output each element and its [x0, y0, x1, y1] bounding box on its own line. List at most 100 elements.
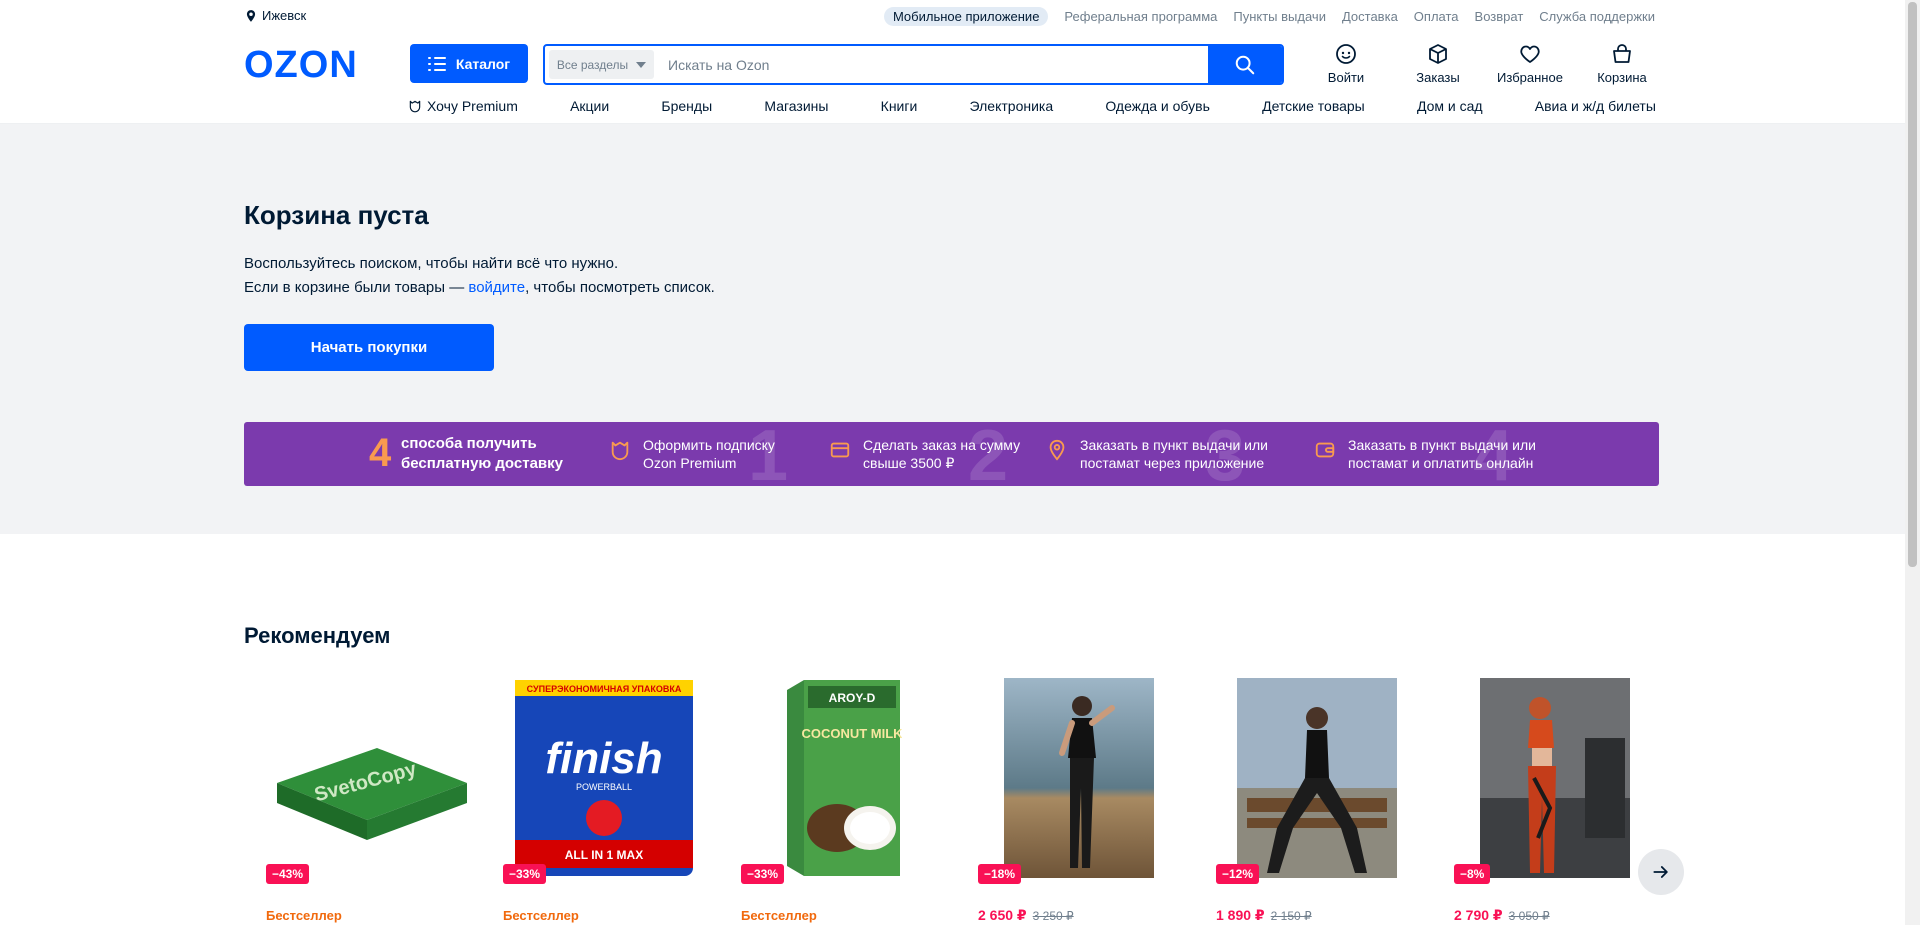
empty-cart-section: Корзина пуста Воспользуйтесь поиском, чт…: [0, 124, 1905, 534]
current-price: 2 650 ₽: [978, 907, 1027, 923]
empty-cart-description: Воспользуйтесь поиском, чтобы найти всё …: [244, 252, 715, 300]
product-image-text: СУПЕРЭКОНОМИЧНАЯ УПАКОВКА: [527, 684, 682, 694]
discount-badge: −12%: [1216, 864, 1260, 884]
ozon-logo[interactable]: OZON: [244, 44, 358, 87]
product-card[interactable]: AROY-D COCONUT MILK −33% Бестселлер: [737, 678, 947, 925]
discount-badge: −18%: [978, 864, 1022, 884]
banner-item-number: 3: [1205, 422, 1246, 486]
search-icon: [1235, 55, 1255, 74]
product-card[interactable]: −12% 1 890 ₽ 2 150 ₽: [1212, 678, 1422, 925]
nav-clothes[interactable]: Одежда и обувь: [1105, 98, 1210, 114]
scrollbar-thumb[interactable]: [1908, 2, 1917, 567]
old-price: 3 250 ₽: [1032, 909, 1074, 923]
old-price: 2 150 ₽: [1270, 909, 1312, 923]
link-support[interactable]: Служба поддержки: [1539, 9, 1655, 24]
product-image-coconut-milk[interactable]: AROY-D COCONUT MILK: [737, 678, 947, 878]
product-card[interactable]: −18% 2 650 ₽ 3 250 ₽: [974, 678, 1184, 925]
chevron-down-icon: [636, 61, 647, 68]
discount-badge: −33%: [503, 864, 547, 884]
description-text: Если в корзине были товары —: [244, 279, 469, 296]
nav-kids[interactable]: Детские товары: [1262, 98, 1365, 114]
favorites-label: Избранное: [1497, 70, 1563, 85]
page-title: Корзина пуста: [244, 200, 429, 230]
product-carousel: SvetoCopy −43% Бестселлер СУПЕРЭКОНОМИЧН…: [262, 678, 1662, 925]
discount-badge: −33%: [741, 864, 785, 884]
link-pickup-points[interactable]: Пункты выдачи: [1233, 9, 1326, 24]
location-pin-icon: [1049, 439, 1065, 461]
category-nav: Хочу Premium Акции Бренды Магазины Книги…: [408, 98, 1656, 114]
city-selector[interactable]: Ижевск: [244, 8, 306, 23]
menu-icon: [427, 56, 446, 71]
page-scrollbar[interactable]: [1905, 0, 1920, 925]
product-image-paper[interactable]: SvetoCopy: [262, 678, 472, 878]
nav-home-garden[interactable]: Дом и сад: [1417, 98, 1483, 114]
bestseller-label: Бестселлер: [741, 908, 817, 923]
search-category-select[interactable]: Все разделы: [549, 50, 654, 79]
product-image-text: ALL IN 1 MAX: [565, 848, 643, 862]
city-label: Ижевск: [262, 8, 307, 23]
discount-badge: −43%: [266, 864, 310, 884]
banner-lead: способа получить бесплатную доставку: [401, 434, 563, 474]
nav-premium-label: Хочу Premium: [427, 98, 518, 114]
top-bar: Ижевск Мобильное приложение Реферальная …: [0, 0, 1905, 32]
link-return[interactable]: Возврат: [1475, 9, 1524, 24]
product-card[interactable]: SvetoCopy −43% Бестселлер: [262, 678, 472, 925]
wallet-icon: [1315, 442, 1335, 458]
nav-books[interactable]: Книги: [881, 98, 918, 114]
link-delivery[interactable]: Доставка: [1342, 9, 1398, 24]
login-button[interactable]: Войти: [1300, 42, 1392, 85]
discount-badge: −8%: [1454, 864, 1491, 884]
banner-item-premium: 1 Оформить подписку Ozon Premium: [609, 422, 788, 486]
catalog-button[interactable]: Каталог: [410, 44, 528, 83]
description-line-1: Воспользуйтесь поиском, чтобы найти всё …: [244, 255, 619, 272]
banner-item-number: 1: [748, 422, 789, 486]
product-image-text: finish: [545, 734, 662, 783]
product-price: 1 890 ₽ 2 150 ₽: [1216, 907, 1312, 924]
credit-card-icon: [830, 442, 850, 458]
product-image-finish[interactable]: СУПЕРЭКОНОМИЧНАЯ УПАКОВКА finish POWERBA…: [499, 678, 709, 878]
product-image-leggings-beach[interactable]: [974, 678, 1184, 878]
nav-premium[interactable]: Хочу Premium: [408, 98, 518, 114]
product-image-text: AROY-D: [829, 691, 876, 705]
product-image-sport-set[interactable]: [1450, 678, 1660, 878]
product-image-leggings-bench[interactable]: [1212, 678, 1422, 878]
link-mobile-app[interactable]: Мобильное приложение: [883, 7, 1049, 26]
nav-sales[interactable]: Акции: [570, 98, 609, 114]
nav-tickets[interactable]: Авиа и ж/д билеты: [1535, 98, 1656, 114]
link-payment[interactable]: Оплата: [1414, 9, 1459, 24]
search-category-label: Все разделы: [556, 57, 629, 72]
nav-brands[interactable]: Бренды: [661, 98, 712, 114]
header: OZON Каталог Все разделы Войти Заказы Из…: [0, 32, 1905, 124]
orders-button[interactable]: Заказы: [1392, 42, 1484, 85]
banner-item-order-sum: 2 Сделать заказ на сумму свыше 3500 ₽: [829, 422, 1020, 486]
recommend-title: Рекомендуем: [244, 623, 391, 648]
login-link[interactable]: войдите: [468, 279, 525, 296]
banner-lead-line-1: способа получить: [401, 435, 537, 452]
product-price: 2 790 ₽ 3 050 ₽: [1454, 907, 1550, 924]
favorites-button[interactable]: Избранное: [1484, 42, 1576, 85]
header-actions: Войти Заказы Избранное Корзина: [1300, 42, 1668, 85]
link-referral[interactable]: Реферальная программа: [1064, 9, 1217, 24]
product-card[interactable]: −8% 2 790 ₽ 3 050 ₽: [1450, 678, 1660, 925]
product-card[interactable]: СУПЕРЭКОНОМИЧНАЯ УПАКОВКА finish POWERBA…: [499, 678, 709, 925]
search-button[interactable]: [1208, 46, 1282, 83]
cart-label: Корзина: [1597, 70, 1647, 85]
nav-electronics[interactable]: Электроника: [970, 98, 1054, 114]
nav-stores[interactable]: Магазины: [764, 98, 828, 114]
top-links: Мобильное приложение Реферальная програм…: [883, 7, 1655, 26]
premium-icon: [409, 100, 421, 113]
product-image-text: POWERBALL: [576, 782, 632, 792]
location-pin-icon: [246, 9, 256, 22]
banner-item-number: 4: [1473, 422, 1514, 486]
cart-button[interactable]: Корзина: [1576, 42, 1668, 85]
search-input[interactable]: [658, 46, 1208, 83]
shopping-bag-icon: [1613, 44, 1631, 63]
banner-item-app-pickup: 3 Заказать в пункт выдачи или постамат чер…: [1046, 422, 1268, 486]
product-price: 2 650 ₽ 3 250 ₽: [978, 907, 1074, 924]
free-delivery-banner[interactable]: 4 способа получить бесплатную доставку 1…: [244, 422, 1659, 486]
orders-label: Заказы: [1416, 70, 1460, 85]
carousel-next-button[interactable]: [1638, 849, 1684, 895]
current-price: 1 890 ₽: [1216, 907, 1265, 923]
bestseller-label: Бестселлер: [266, 908, 342, 923]
start-shopping-button[interactable]: Начать покупки: [244, 324, 494, 371]
